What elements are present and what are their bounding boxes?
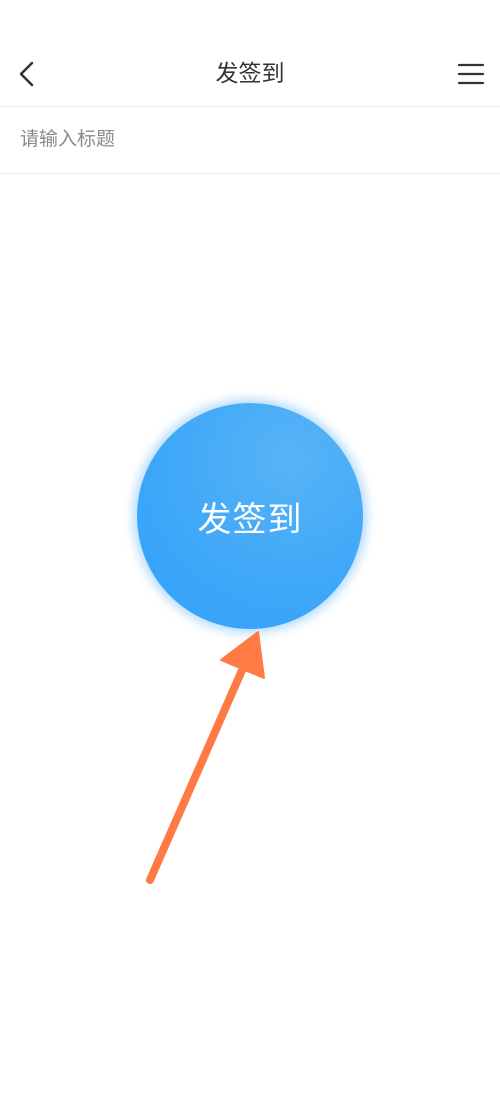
chevron-left-icon <box>19 61 34 87</box>
title-input-row <box>0 107 500 174</box>
title-input[interactable] <box>20 107 480 171</box>
screen: 发签到 发签到 <box>0 0 500 1111</box>
publish-sign-in-label: 发签到 <box>197 499 303 540</box>
menu-button[interactable] <box>456 60 486 88</box>
publish-sign-in-button[interactable]: 发签到 <box>137 403 363 629</box>
back-button[interactable] <box>8 52 48 96</box>
menu-icon <box>457 63 485 85</box>
navigation-bar: 发签到 <box>0 42 500 107</box>
page-title: 发签到 <box>215 61 285 87</box>
